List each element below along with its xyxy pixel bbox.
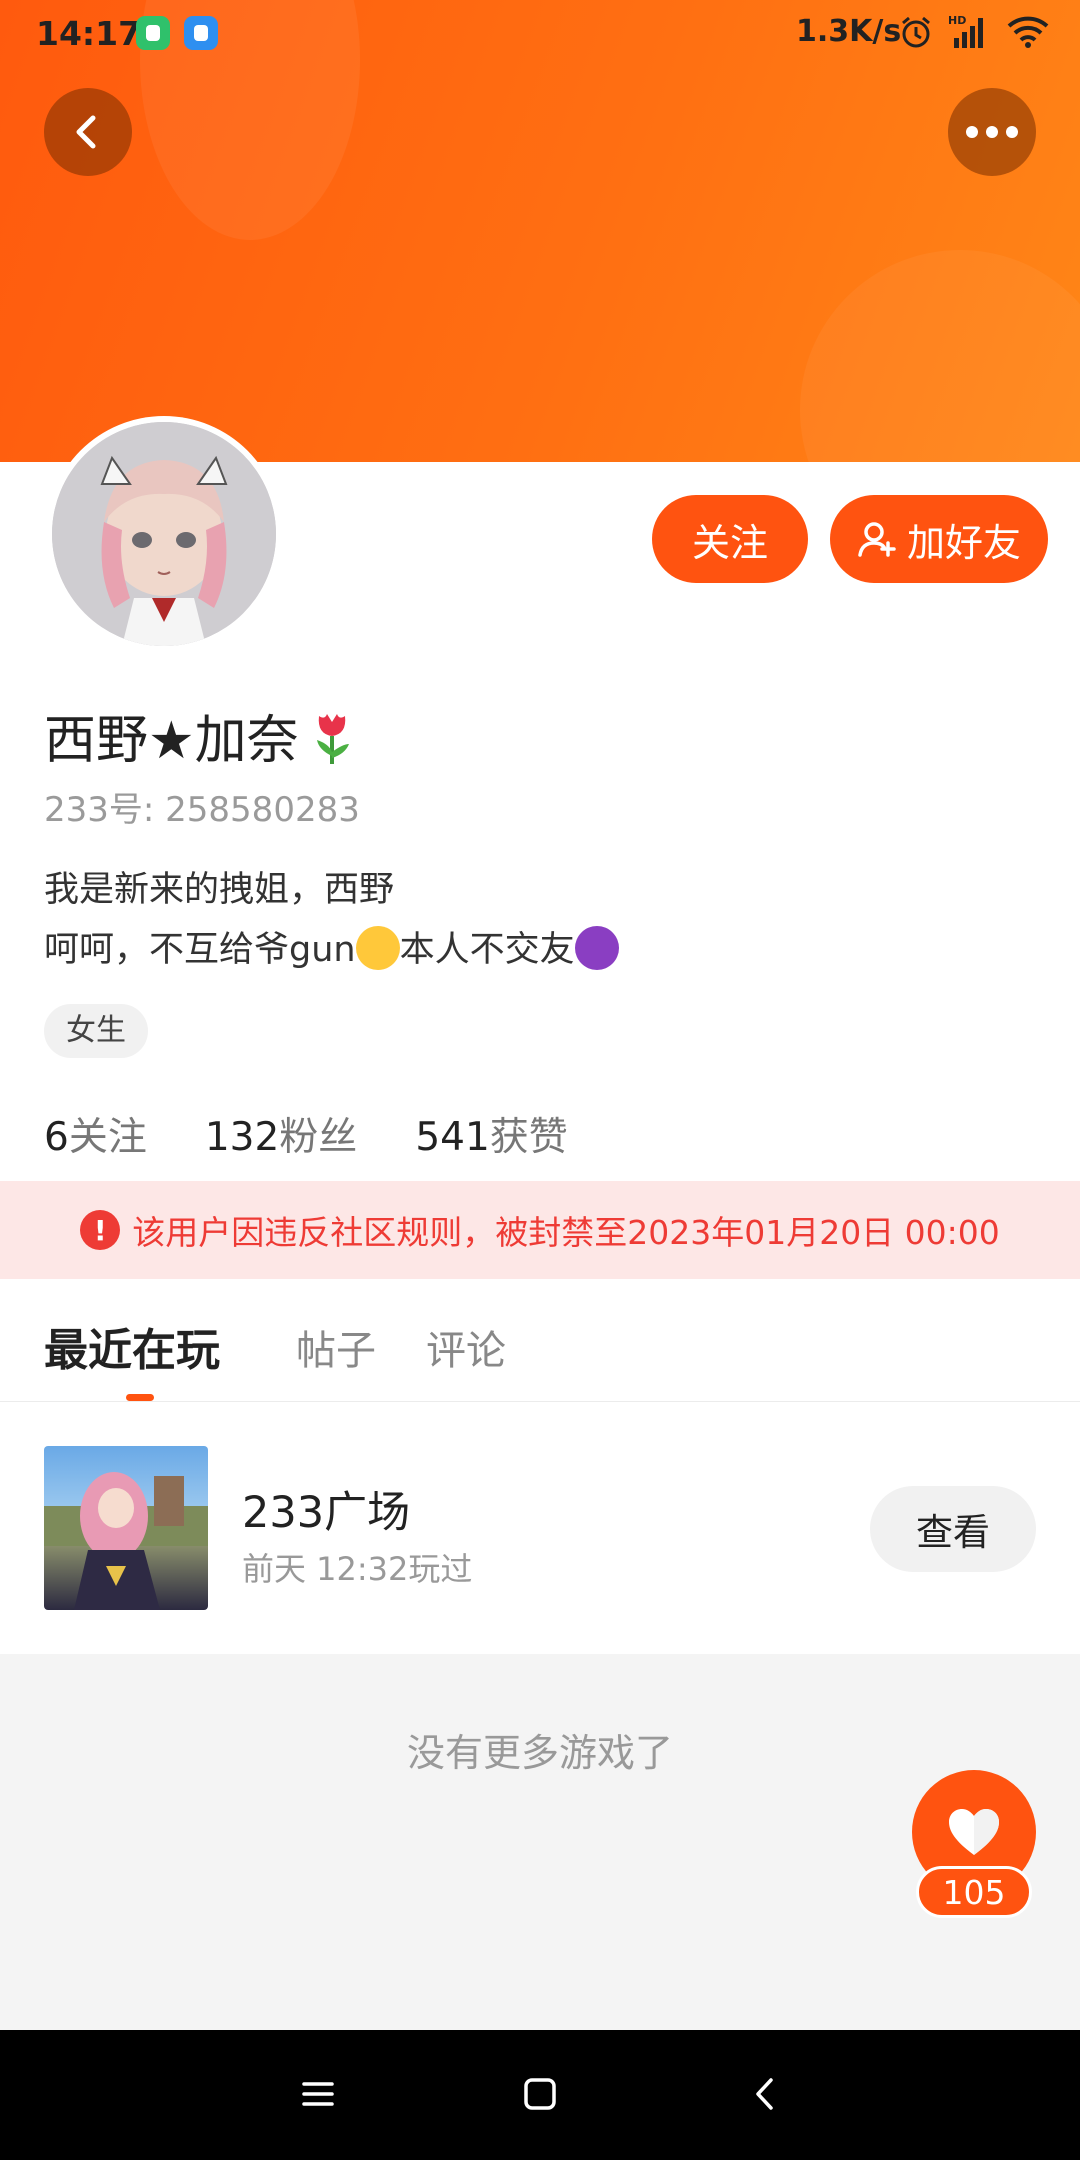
- fans-stat[interactable]: 132粉丝: [205, 1106, 357, 1162]
- ban-notice-text: 该用户因违反社区规则，被封禁至2023年01月20日 00:00: [132, 1213, 1000, 1252]
- nav-back-icon[interactable]: [748, 2076, 784, 2112]
- bio-line-2-part2: 本人不交友: [399, 930, 575, 970]
- fans-count: 132: [204, 1115, 280, 1160]
- alarm-icon: [902, 16, 930, 48]
- home-icon[interactable]: [522, 2076, 558, 2112]
- back-button[interactable]: [44, 88, 132, 176]
- avatar[interactable]: [46, 416, 282, 652]
- menu-icon[interactable]: [300, 2076, 336, 2112]
- game-title: 233广场: [242, 1488, 411, 1538]
- fans-label: 粉丝: [279, 1115, 358, 1160]
- profile-page: 14:17 1.3K/s HD 关注 加好友 西野★加奈 233号: 25858…: [0, 0, 1080, 2160]
- like-count-badge: 105: [916, 1866, 1032, 1918]
- network-speed: 1.3K/s: [796, 14, 902, 49]
- likes-stat[interactable]: 541获赞: [415, 1106, 567, 1162]
- signal-icon: HD: [948, 14, 983, 48]
- view-game-button[interactable]: 查看: [870, 1486, 1036, 1572]
- likes-count: 541: [415, 1115, 490, 1160]
- system-navigation-bar: [0, 2030, 1080, 2160]
- profile-name-text: 西野★加奈: [44, 711, 299, 771]
- profile-card: 关注 加好友 西野★加奈 233号: 258580283 我是新来的拽姐，西野 …: [0, 416, 1080, 1282]
- following-count: 6: [44, 1115, 69, 1160]
- status-bar: 14:17 1.3K/s HD: [0, 0, 1080, 66]
- heart-icon: [949, 1809, 999, 1855]
- view-game-button-label: 查看: [916, 1511, 990, 1554]
- wifi-icon: [1007, 16, 1049, 48]
- game-thumbnail: [44, 1446, 208, 1610]
- likes-label: 获赞: [489, 1115, 568, 1160]
- back-icon: [76, 115, 96, 149]
- following-stat[interactable]: 6关注: [44, 1106, 147, 1162]
- more-options-button[interactable]: [948, 88, 1036, 176]
- profile-name: 西野★加奈: [44, 698, 357, 773]
- status-time: 14:17: [36, 14, 142, 53]
- profile-header-banner: 14:17 1.3K/s HD: [0, 0, 1080, 462]
- more-icon: [966, 126, 1018, 138]
- tab-comments[interactable]: 评论: [426, 1318, 506, 1376]
- user-id: 233号: 258580283: [44, 790, 360, 830]
- gender-tag: 女生: [44, 1004, 148, 1058]
- follow-button[interactable]: 关注: [652, 495, 808, 583]
- following-label: 关注: [68, 1115, 147, 1160]
- add-user-icon: [858, 522, 896, 557]
- active-tab-indicator: [126, 1394, 154, 1401]
- bio-line-2: 呵呵，不互给爷gun 本人不交友: [44, 920, 619, 980]
- tulip-emoji-icon: [316, 713, 349, 764]
- profile-tabs: 最近在玩 帖子 评论: [0, 1280, 1080, 1402]
- profile-bio: 我是新来的拽姐，西野 呵呵，不互给爷gun 本人不交友: [44, 860, 619, 980]
- shield-app-icon: [136, 16, 170, 50]
- follow-button-label: 关注: [691, 520, 768, 565]
- chat-app-icon: [184, 16, 218, 50]
- add-friend-button[interactable]: 加好友: [830, 495, 1048, 583]
- no-more-games-text: 没有更多游戏了: [406, 1731, 673, 1775]
- tab-posts[interactable]: 帖子: [296, 1318, 376, 1376]
- list-item[interactable]: 233广场 前天 12:32玩过 查看: [0, 1402, 1080, 1654]
- angry-devil-icon: [574, 926, 619, 970]
- tab-recently-played[interactable]: 最近在玩: [44, 1314, 220, 1378]
- warning-icon: !: [80, 1210, 121, 1250]
- bio-line-2-part1: 呵呵，不互给爷gun: [44, 930, 356, 970]
- ban-notice: ! 该用户因违反社区规则，被封禁至2023年01月20日 00:00: [0, 1181, 1080, 1279]
- game-last-played: 前天 12:32玩过: [242, 1550, 473, 1588]
- unamused-face-icon: [355, 926, 400, 970]
- profile-stats: 6关注 132粉丝 541获赞: [44, 1106, 568, 1162]
- svg-text:HD: HD: [948, 14, 966, 27]
- add-friend-button-label: 加好友: [906, 520, 1021, 565]
- bio-line-1: 我是新来的拽姐，西野: [44, 870, 395, 910]
